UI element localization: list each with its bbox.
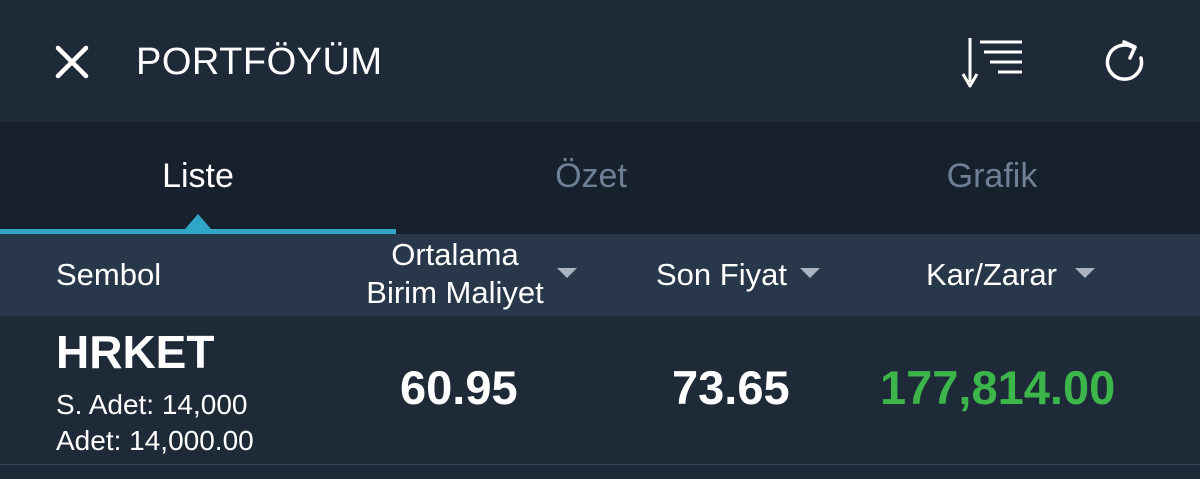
column-header-avg-cost[interactable]: Ortalama Birim Maliyet [350,236,560,312]
active-tab-caret [185,214,211,229]
sort-caret-icon[interactable] [800,268,820,278]
column-headers: Sembol Ortalama Birim Maliyet Son Fiyat … [0,234,1200,316]
row-last-price: 73.65 [672,361,790,414]
column-header-last-price[interactable]: Son Fiyat [656,256,787,294]
close-button[interactable] [50,40,94,84]
column-header-avg-cost-line2: Birim Maliyet [366,275,544,310]
row-avg-cost: 60.95 [400,361,518,414]
row-symbol: HRKET [56,326,215,378]
close-icon [55,45,89,79]
column-header-profit-loss[interactable]: Kar/Zarar [926,256,1057,294]
column-header-symbol[interactable]: Sembol [56,256,161,294]
table-row[interactable]: HRKET S. Adet: 14,000 Adet: 14,000.00 60… [0,316,1200,466]
sort-caret-icon[interactable] [1075,268,1095,278]
refresh-icon [1105,40,1144,81]
sort-caret-icon[interactable] [557,268,577,278]
sort-descending-icon [961,38,1022,88]
row-profit-loss: 177,814.00 [880,361,1116,414]
portfolio-screen: PORTFÖYÜM Liste Özet Grafik Sembol Ortal… [0,0,1200,479]
tab-grafik[interactable]: Grafik [792,122,1192,230]
page-title: PORTFÖYÜM [136,41,383,83]
row-adet: Adet: 14,000.00 [56,425,254,456]
tab-ozet[interactable]: Özet [396,122,786,230]
refresh-button[interactable] [1100,38,1150,88]
list-bottom [0,465,1200,479]
row-s-adet: S. Adet: 14,000 [56,389,248,420]
top-bar: PORTFÖYÜM [0,0,1200,122]
tab-bar: Liste Özet Grafik [0,122,1200,234]
sort-button[interactable] [956,34,1028,92]
column-header-avg-cost-line1: Ortalama [391,237,519,272]
